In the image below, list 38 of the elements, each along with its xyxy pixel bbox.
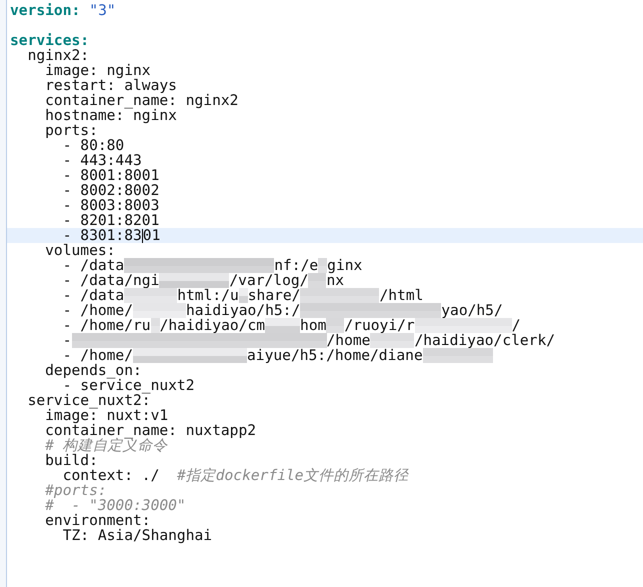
code-line: #ports: [44, 483, 108, 498]
code-line: container_name: nginx2 [44, 93, 240, 108]
code-line: volumes: [44, 243, 116, 258]
redaction-mosaic [422, 348, 493, 363]
redaction-mosaic [238, 288, 248, 303]
code-line: ports: [44, 123, 99, 138]
code-line: environment: [44, 513, 151, 528]
code-line: - /home /haidiyao/clerk/ [62, 333, 556, 348]
code-line: context: ./ #指定dockerfile文件的所在路径 [62, 468, 410, 483]
code-line: - 8003:8003 [62, 198, 160, 213]
code-line: - 8002:8002 [62, 183, 160, 198]
code-line: - /home/ aiyue/h5:/home/diane [7, 348, 643, 363]
code-line: container_name: nuxtapp2 [44, 423, 258, 438]
code-line: TZ: Asia/Shanghai [62, 528, 214, 543]
code-line: image: nginx [45, 63, 151, 78]
code-line: version: "3" [9, 3, 117, 18]
code-line: nginx2: [26, 48, 90, 63]
code-line: build: [44, 453, 99, 468]
text-cursor [142, 229, 143, 243]
code-line: - service_nuxt2 [62, 378, 196, 393]
code-line: # 构建自定义命令 [44, 438, 168, 453]
code-line: - /data html:/u share/ /html [62, 288, 424, 303]
code-line: - 8201:8201 [62, 213, 160, 228]
code-line: # - "3000:3000" [44, 498, 187, 513]
code-line: image: nuxt:v1 [45, 408, 168, 423]
code-line: - 443:443 [62, 153, 143, 168]
code-line: - /home/ haidiyao/h5:/ yao/h5/ [62, 303, 504, 318]
code-line: - 8001:8001 [62, 168, 160, 183]
code-line: - 80:80 [62, 138, 126, 153]
code-line: depends_on: [44, 363, 142, 378]
code-line: - /home/ru /haidiyao/cm hom /ruoyi/r / [62, 318, 520, 333]
code-line: service_nuxt2: [26, 393, 151, 408]
redaction-mosaic [124, 288, 178, 303]
code-line: - /data nf:/e ginx [62, 258, 364, 273]
code-line: restart: always [44, 78, 178, 93]
code-line: - /data/ngi /var/log/ nx [62, 273, 344, 288]
code-line: hostname: nginx [44, 108, 178, 123]
code-line: services: [9, 33, 90, 48]
